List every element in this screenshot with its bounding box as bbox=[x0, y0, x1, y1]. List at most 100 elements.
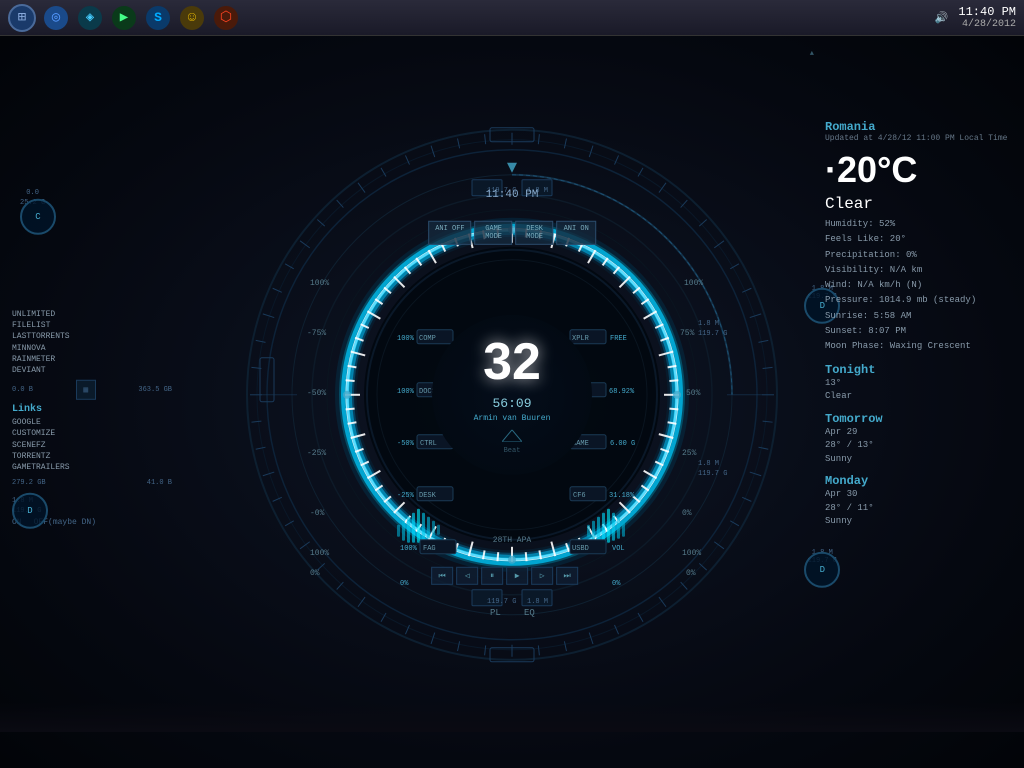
svg-text:119.7 G: 119.7 G bbox=[698, 330, 727, 338]
sidebar-deviant[interactable]: DEVIANT bbox=[12, 365, 172, 376]
sidebar-size1: 279.2 GB bbox=[12, 479, 46, 487]
tonight-condition: Clear bbox=[825, 391, 852, 401]
taskbar-icons: ◎ ◈ ▶ S ☺ ⬡ bbox=[44, 6, 935, 30]
sidebar-size2: 41.0 B bbox=[147, 479, 172, 487]
tomorrow-date: Apr 29 bbox=[825, 427, 857, 437]
svg-text:DESK: DESK bbox=[419, 492, 437, 500]
sidebar-sizes-row: 279.2 GB 41.0 B bbox=[12, 479, 172, 487]
left-gauge-bottom-container: 1.8 M D 119.7 G ON OFF(maybe DN) bbox=[12, 497, 172, 527]
svg-text:-25%: -25% bbox=[397, 492, 415, 500]
start-button[interactable]: ⊞ bbox=[8, 4, 36, 32]
tonight-label: Tonight bbox=[825, 363, 1010, 377]
sidebar-customize[interactable]: SCENEFZ bbox=[12, 439, 172, 450]
monday-info: Apr 30 28° / 11° Sunny bbox=[825, 488, 1010, 529]
sunrise-detail: Sunrise: 5:58 AM bbox=[825, 309, 1010, 324]
track-name: Armin van Buuren bbox=[474, 413, 551, 422]
sidebar-storage-icon: ▦ bbox=[76, 380, 96, 400]
gauge-d-left: D bbox=[12, 493, 48, 529]
svg-text:VOL: VOL bbox=[612, 545, 625, 553]
taskbar-right: 🔊 11:40 PM 4/28/2012 bbox=[935, 5, 1016, 30]
prev-prev-button[interactable]: ⏮ bbox=[431, 567, 453, 585]
taskbar: ⊞ ◎ ◈ ▶ S ☺ ⬡ 🔊 11:40 PM 4/28/2012 bbox=[0, 0, 1024, 36]
svg-text:68.92%: 68.92% bbox=[609, 388, 635, 396]
browser-taskbar-icon[interactable]: ◎ bbox=[44, 6, 68, 30]
sidebar-filelist[interactable]: FILELIST bbox=[12, 320, 172, 331]
track-subtitle: Beat bbox=[504, 446, 521, 454]
svg-text:50%: 50% bbox=[686, 389, 701, 398]
app-taskbar-icon[interactable]: ⬡ bbox=[214, 6, 238, 30]
track-date: 28TH APA bbox=[493, 536, 531, 545]
inner-hud-content: 32 56:09 Armin van Buuren Beat bbox=[432, 315, 592, 475]
gauge-c: C bbox=[20, 199, 56, 235]
weather-location: Romania bbox=[825, 120, 1010, 134]
prev-button[interactable]: ◁ bbox=[456, 567, 478, 585]
sidebar-torrentz[interactable]: GAMETRAILERS bbox=[12, 462, 172, 473]
sidebar-rainmeter[interactable]: RAINMETER bbox=[12, 354, 172, 365]
sidebar-minnova[interactable]: MINNOVA bbox=[12, 342, 172, 353]
sidebar-storage-val1: 0.0 B bbox=[12, 386, 33, 394]
media-taskbar-icon[interactable]: ▶ bbox=[112, 6, 136, 30]
pause-button[interactable]: ⏸ bbox=[481, 567, 503, 585]
pressure-detail: Pressure: 1014.9 mb (steady) bbox=[825, 293, 1010, 308]
svg-text:0%: 0% bbox=[686, 569, 696, 578]
monday-condition: Sunny bbox=[825, 516, 852, 526]
sidebar-content: UNLIMITED FILELIST LASTTORRENTS MINNOVA … bbox=[12, 309, 172, 376]
svg-text:100%: 100% bbox=[400, 545, 418, 553]
hud-time-display: 11:40 PM bbox=[486, 189, 539, 201]
windows-icon: ⊞ bbox=[18, 9, 26, 26]
monday-temp: 28° / 11° bbox=[825, 503, 874, 513]
svg-text:100%: 100% bbox=[310, 279, 329, 288]
desk-mode-button[interactable]: DESKMODE bbox=[516, 221, 554, 245]
right-gauge-bottom: 1.8 M D 119.7 G bbox=[808, 549, 837, 565]
weather-temperature: ·20°C bbox=[825, 149, 1010, 191]
weather-updated: Updated at 4/28/12 11:00 PM Local Time bbox=[825, 134, 1010, 143]
sidebar-google[interactable]: CUSTOMIZE bbox=[12, 428, 172, 439]
skype-taskbar-icon[interactable]: S bbox=[146, 6, 170, 30]
svg-text:1.8 M: 1.8 M bbox=[698, 460, 719, 468]
monday-label: Monday bbox=[825, 474, 1010, 488]
feels-like-detail: Feels Like: 20° bbox=[825, 232, 1010, 247]
media-controls: ⏮ ◁ ⏸ ▶ ▷ ⏭ bbox=[431, 567, 578, 585]
svg-text:FREE: FREE bbox=[610, 335, 627, 343]
svg-text:119.7 G: 119.7 G bbox=[698, 470, 727, 478]
track-indicator bbox=[502, 428, 522, 446]
time-display: 11:40 PM 4/28/2012 bbox=[958, 5, 1016, 30]
sidebar-scenefz[interactable]: TORRENTZ bbox=[12, 450, 172, 461]
left-gauge-top: 0.0 C 25.2 G bbox=[20, 189, 45, 207]
svg-text:25%: 25% bbox=[682, 449, 697, 458]
volume-icon[interactable]: 🔊 bbox=[935, 11, 949, 25]
sidebar-unlimited[interactable]: UNLIMITED bbox=[12, 309, 172, 320]
hud-buttons-row: ANI OFF GAMEMODE DESKMODE ANI ON bbox=[428, 221, 596, 245]
svg-text:31.18%: 31.18% bbox=[609, 492, 635, 500]
ani-on-button[interactable]: ANI ON bbox=[557, 221, 596, 245]
svg-text:0%: 0% bbox=[310, 569, 320, 578]
deco-label: ▲ bbox=[810, 50, 814, 58]
next-button[interactable]: ▷ bbox=[531, 567, 553, 585]
emoji-taskbar-icon[interactable]: ☺ bbox=[180, 6, 204, 30]
sunset-detail: Sunset: 8:07 PM bbox=[825, 324, 1010, 339]
hud-center: 119.7 G 1.8 M 119.7 G 1.8 M 1.8 M 119.7 … bbox=[242, 125, 782, 665]
track-time: 56:09 bbox=[492, 395, 531, 410]
play-button[interactable]: ▶ bbox=[506, 567, 528, 585]
svg-text:-75%: -75% bbox=[307, 329, 326, 338]
svg-text:100%: 100% bbox=[684, 279, 703, 288]
top-right-deco: ▲ bbox=[810, 50, 814, 58]
weather-panel: Romania Updated at 4/28/12 11:00 PM Loca… bbox=[825, 120, 1010, 529]
moon-detail: Moon Phase: Waxing Crescent bbox=[825, 339, 1010, 354]
svg-text:EQ: EQ bbox=[524, 608, 535, 618]
svg-text:PL: PL bbox=[490, 608, 501, 618]
hud-time: 11:40 PM bbox=[486, 189, 539, 201]
svg-text:CF6: CF6 bbox=[573, 492, 586, 500]
next-next-button[interactable]: ⏭ bbox=[556, 567, 578, 585]
ani-off-button[interactable]: ANI OFF bbox=[428, 221, 471, 245]
wind-detail: Wind: N/A km/h (N) bbox=[825, 278, 1010, 293]
svg-text:100%: 100% bbox=[397, 388, 415, 396]
cpu-value: 32 bbox=[483, 335, 541, 387]
sidebar-lasttorrents[interactable]: LASTTORRENTS bbox=[12, 331, 172, 342]
svg-text:FAG: FAG bbox=[423, 545, 436, 553]
left-sidebar: 0.0 C 25.2 G UNLIMITED FILELIST LASTTORR… bbox=[12, 289, 172, 527]
chat-taskbar-icon[interactable]: ◈ bbox=[78, 6, 102, 30]
game-mode-button[interactable]: GAMEMODE bbox=[475, 221, 513, 245]
sidebar-youtube[interactable]: GOOGLE bbox=[12, 417, 172, 428]
current-time: 11:40 PM bbox=[958, 5, 1016, 19]
